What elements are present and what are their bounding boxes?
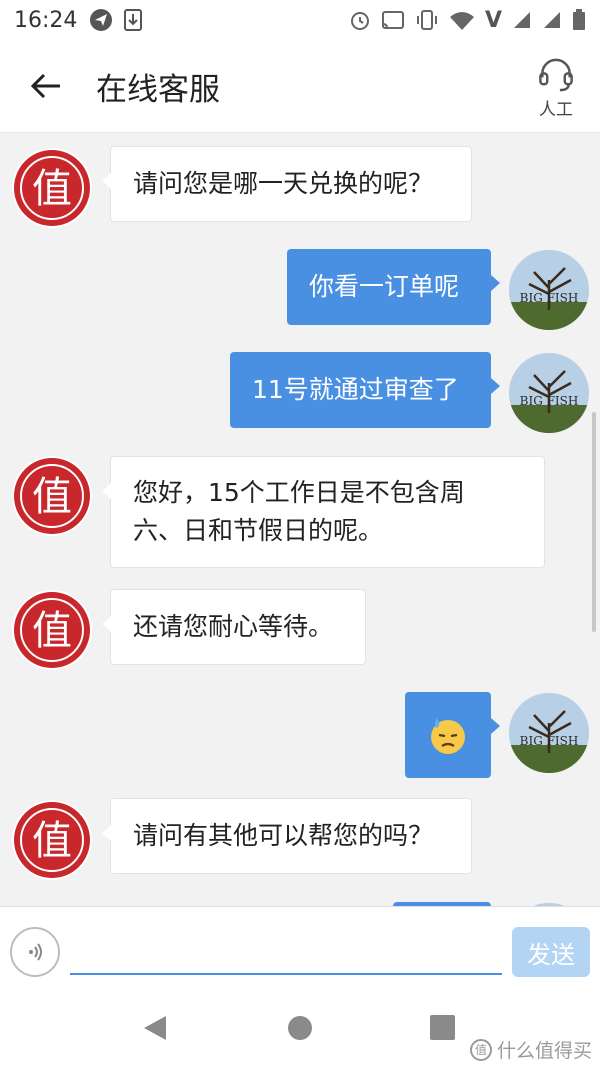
message-bubble-incoming[interactable]: 您好，15个工作日是不包含周 六、日和节假日的呢。	[102, 456, 545, 568]
message-input[interactable]	[70, 927, 502, 975]
watermark-text: 什么值得买	[496, 1040, 592, 1062]
user-avatar[interactable]: BIG FISH	[509, 693, 589, 773]
arrow-left-icon	[30, 73, 60, 99]
user-avatar[interactable]: BIG FISH	[509, 250, 589, 330]
message-bubble-outgoing[interactable]	[405, 692, 500, 778]
message-text: 还请您耐心等待。	[133, 612, 334, 641]
wifi-icon	[449, 12, 474, 30]
message-bubble-incoming[interactable]: 还请您耐心等待。	[102, 589, 366, 665]
page-title: 在线客服	[96, 71, 220, 108]
message-bubble-outgoing[interactable]: 你看一订单呢	[287, 249, 500, 325]
message-bubble-outgoing[interactable]: 11号就通过审查了	[230, 352, 500, 428]
status-right-icons: V	[349, 8, 586, 33]
vibrate-icon	[416, 10, 437, 30]
back-button[interactable]	[16, 56, 76, 116]
cast-icon	[381, 11, 404, 29]
svg-text:值: 值	[32, 608, 72, 654]
alarm-icon	[350, 12, 369, 30]
scrollbar-thumb[interactable]	[592, 412, 596, 632]
svg-text:BIG FISH: BIG FISH	[520, 394, 579, 408]
message-text: 11号就通过审查了	[252, 375, 459, 404]
input-bar: 发送	[0, 906, 600, 988]
message-bubble-incoming[interactable]: 请问您是哪一天兑换的呢？	[102, 146, 472, 222]
voice-icon	[29, 943, 42, 961]
svg-text:BIG FISH: BIG FISH	[520, 734, 579, 748]
user-avatar[interactable]: BIG FISH	[509, 353, 589, 433]
headset-icon	[539, 58, 573, 92]
status-bar: 16:24 V	[0, 0, 600, 40]
chat-list[interactable]: 值 请问您是哪一天兑换的呢？ 你看一订单呢 BIG FISH 11号就通过审查了…	[0, 134, 600, 906]
download-icon	[124, 9, 143, 31]
system-nav-bar: 值 什么值得买	[0, 988, 600, 1067]
app-bar: 在线客服 人工	[0, 40, 600, 133]
send-icon	[90, 9, 113, 31]
nav-back-icon[interactable]	[142, 1014, 168, 1042]
svg-text:BIG FISH: BIG FISH	[520, 291, 579, 305]
agent-avatar[interactable]: 值	[12, 590, 92, 670]
battery-icon	[573, 9, 585, 30]
agent-avatar[interactable]: 值	[12, 148, 92, 228]
voice-button[interactable]	[10, 927, 60, 977]
agent-avatar[interactable]: 值	[12, 456, 92, 536]
send-button[interactable]: 发送	[512, 927, 590, 977]
svg-text:值: 值	[32, 818, 72, 864]
nav-recents-icon[interactable]	[430, 1015, 455, 1040]
watermark-logo: 值	[469, 1038, 492, 1061]
message-text: 请问您是哪一天兑换的呢？	[133, 169, 434, 198]
signal-icon	[544, 12, 560, 28]
message-bubble-incoming[interactable]: 请问有其他可以帮您的吗？	[102, 798, 472, 874]
svg-text:值: 值	[32, 474, 72, 520]
human-agent-button[interactable]: 人工	[528, 54, 584, 120]
watermark: 值 什么值得买	[469, 1036, 592, 1063]
message-text: 您好，15个工作日是不包含周 六、日和节假日的呢。	[133, 478, 465, 545]
nav-home-icon[interactable]	[288, 1016, 312, 1040]
status-left-icons	[89, 8, 143, 32]
agent-avatar[interactable]: 值	[12, 800, 92, 880]
human-agent-label: 人工	[539, 100, 573, 120]
sweat-emoji-icon	[431, 718, 465, 754]
signal-icon	[514, 12, 530, 28]
message-text: 请问有其他可以帮您的吗？	[133, 821, 434, 850]
status-time: 16:24	[14, 7, 78, 33]
agent-avatar-glyph: 值	[32, 166, 72, 212]
volte-icon: V	[484, 7, 502, 33]
message-text: 你看一订单呢	[309, 272, 460, 301]
